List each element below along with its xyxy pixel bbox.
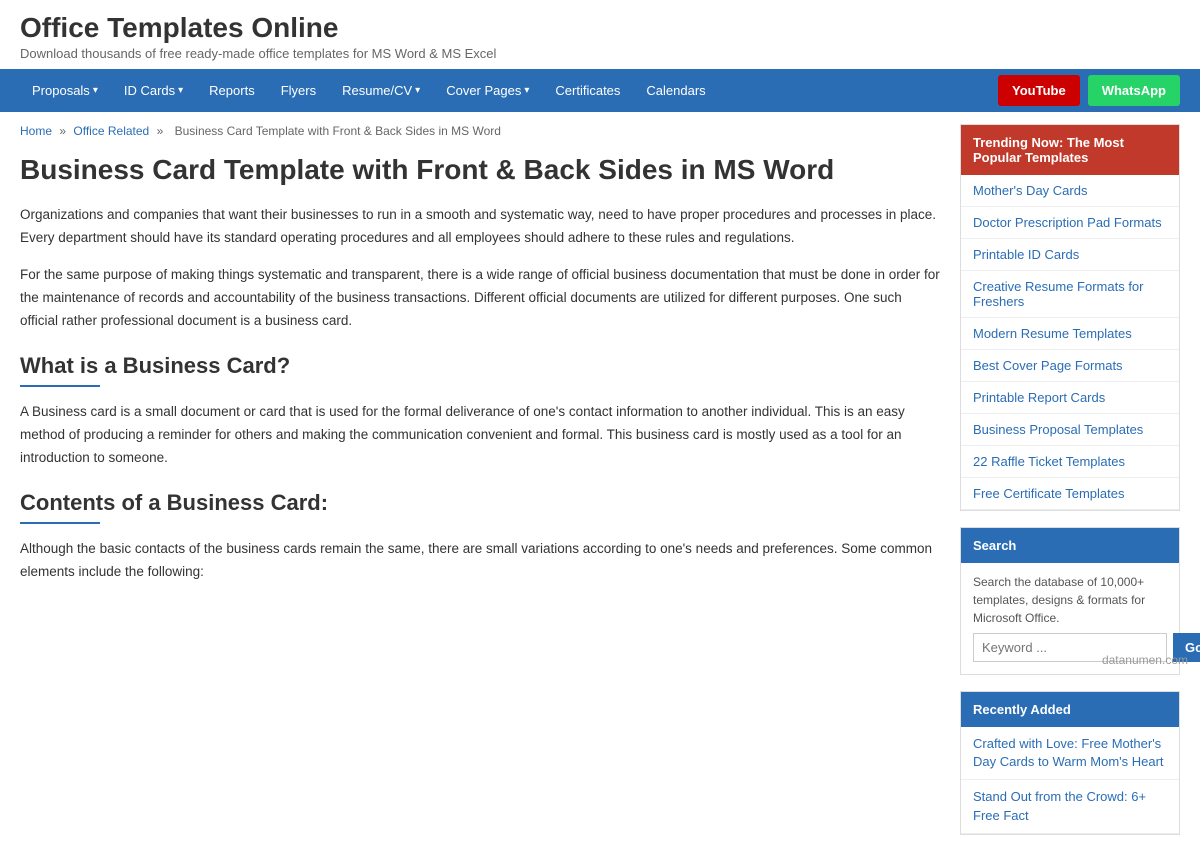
breadcrumb: Home » Office Related » Business Card Te… xyxy=(20,124,940,138)
trending-list: Mother's Day CardsDoctor Prescription Pa… xyxy=(961,175,1179,510)
recently-added-link[interactable]: Crafted with Love: Free Mother's Day Car… xyxy=(961,727,1179,779)
article-para2: For the same purpose of making things sy… xyxy=(20,264,940,333)
list-item: Doctor Prescription Pad Formats xyxy=(961,207,1179,239)
list-item: Modern Resume Templates xyxy=(961,318,1179,350)
list-item: Printable Report Cards xyxy=(961,382,1179,414)
nav-item-reports[interactable]: Reports xyxy=(197,69,267,112)
list-item: Mother's Day Cards xyxy=(961,175,1179,207)
nav-item-certificates[interactable]: Certificates xyxy=(543,69,632,112)
footer-watermark: datanumen.com xyxy=(1102,653,1188,667)
section2-heading: Contents of a Business Card: xyxy=(20,490,940,516)
section2-underline xyxy=(20,522,100,524)
trending-link[interactable]: Printable ID Cards xyxy=(961,239,1179,270)
search-description: Search the database of 10,000+ templates… xyxy=(961,563,1179,633)
trending-header: Trending Now: The Most Popular Templates xyxy=(961,125,1179,175)
list-item: Business Proposal Templates xyxy=(961,414,1179,446)
trending-link[interactable]: Business Proposal Templates xyxy=(961,414,1179,445)
trending-link[interactable]: Printable Report Cards xyxy=(961,382,1179,413)
trending-link[interactable]: Doctor Prescription Pad Formats xyxy=(961,207,1179,238)
article-heading: Business Card Template with Front & Back… xyxy=(20,152,940,188)
recently-added-link[interactable]: Stand Out from the Crowd: 6+ Free Fact xyxy=(961,780,1179,832)
list-item: 22 Raffle Ticket Templates xyxy=(961,446,1179,478)
nav-item-flyers[interactable]: Flyers xyxy=(269,69,328,112)
list-item: Best Cover Page Formats xyxy=(961,350,1179,382)
nav-bar: Proposals ▾ ID Cards ▾ Reports Flyers Re… xyxy=(0,69,1200,112)
recently-added-box: Recently Added Crafted with Love: Free M… xyxy=(960,691,1180,835)
section1-para: A Business card is a small document or c… xyxy=(20,401,940,470)
chevron-down-icon: ▾ xyxy=(178,85,183,96)
trending-box: Trending Now: The Most Popular Templates… xyxy=(960,124,1180,511)
nav-item-calendars[interactable]: Calendars xyxy=(634,69,717,112)
trending-link[interactable]: Creative Resume Formats for Freshers xyxy=(961,271,1179,317)
site-header: Office Templates Online Download thousan… xyxy=(0,0,1200,69)
section1-heading: What is a Business Card? xyxy=(20,353,940,379)
trending-link[interactable]: Best Cover Page Formats xyxy=(961,350,1179,381)
sidebar: Trending Now: The Most Popular Templates… xyxy=(960,124,1180,851)
search-header: Search xyxy=(961,528,1179,563)
article-para1: Organizations and companies that want th… xyxy=(20,204,940,250)
list-item: Creative Resume Formats for Freshers xyxy=(961,271,1179,318)
list-item: Stand Out from the Crowd: 6+ Free Fact xyxy=(961,780,1179,833)
recently-added-header: Recently Added xyxy=(961,692,1179,727)
chevron-down-icon: ▾ xyxy=(415,85,420,96)
breadcrumb-parent[interactable]: Office Related xyxy=(73,124,149,138)
trending-link[interactable]: Modern Resume Templates xyxy=(961,318,1179,349)
nav-item-cover-pages[interactable]: Cover Pages ▾ xyxy=(434,69,541,112)
section-underline xyxy=(20,385,100,387)
breadcrumb-current: Business Card Template with Front & Back… xyxy=(175,124,501,138)
chevron-down-icon: ▾ xyxy=(93,85,98,96)
trending-link[interactable]: Mother's Day Cards xyxy=(961,175,1179,206)
list-item: Printable ID Cards xyxy=(961,239,1179,271)
list-item: Free Certificate Templates xyxy=(961,478,1179,510)
site-subtitle: Download thousands of free ready-made of… xyxy=(20,46,1180,61)
trending-link[interactable]: 22 Raffle Ticket Templates xyxy=(961,446,1179,477)
nav-item-proposals[interactable]: Proposals ▾ xyxy=(20,69,110,112)
content-wrapper: Home » Office Related » Business Card Te… xyxy=(0,112,1200,863)
whatsapp-button[interactable]: WhatsApp xyxy=(1088,75,1180,106)
nav-item-id-cards[interactable]: ID Cards ▾ xyxy=(112,69,195,112)
recently-added-list: Crafted with Love: Free Mother's Day Car… xyxy=(961,727,1179,834)
trending-link[interactable]: Free Certificate Templates xyxy=(961,478,1179,509)
youtube-button[interactable]: YouTube xyxy=(998,75,1080,106)
section2-para: Although the basic contacts of the busin… xyxy=(20,538,940,584)
chevron-down-icon: ▾ xyxy=(524,85,529,96)
main-content: Home » Office Related » Business Card Te… xyxy=(20,124,940,851)
site-title: Office Templates Online xyxy=(20,12,1180,44)
breadcrumb-home[interactable]: Home xyxy=(20,124,52,138)
list-item: Crafted with Love: Free Mother's Day Car… xyxy=(961,727,1179,780)
nav-item-resume-cv[interactable]: Resume/CV ▾ xyxy=(330,69,432,112)
